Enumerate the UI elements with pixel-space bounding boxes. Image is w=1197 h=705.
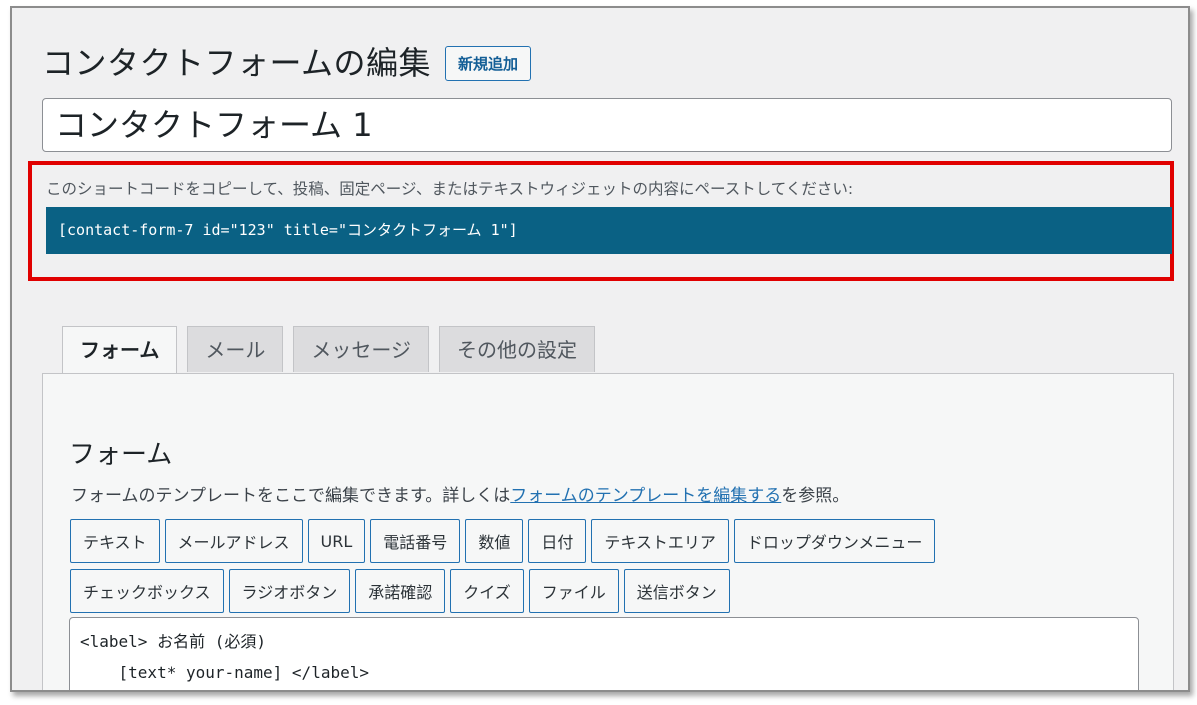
tag-button-acceptance[interactable]: 承諾確認 [355, 569, 446, 613]
tag-button-quiz[interactable]: クイズ [450, 569, 524, 613]
form-panel: フォーム フォームのテンプレートをここで編集できます。詳しくはフォームのテンプレ… [42, 373, 1174, 690]
shortcode-description: このショートコードをコピーして、投稿、固定ページ、またはテキストウィジェットの内… [46, 180, 854, 198]
tag-button-email[interactable]: メールアドレス [164, 519, 303, 563]
tag-generator-row-2: チェックボックス ラジオボタン 承諾確認 クイズ ファイル 送信ボタン [70, 569, 735, 613]
panel-title: フォーム [69, 440, 173, 470]
tag-button-tel[interactable]: 電話番号 [370, 519, 461, 563]
form-template-editor[interactable]: <label> お名前 (必須) [text* your-name] </lab… [69, 617, 1139, 690]
tag-generator-row-1: テキスト メールアドレス URL 電話番号 数値 日付 テキストエリア ドロップ… [70, 519, 940, 563]
panel-desc-suffix: を参照。 [781, 486, 850, 506]
screenshot-frame: コンタクトフォームの編集 新規追加 コンタクトフォーム 1 このショートコードを… [10, 6, 1190, 692]
page-title: コンタクトフォームの編集 [42, 44, 432, 82]
shortcode-highlight-box: このショートコードをコピーして、投稿、固定ページ、またはテキストウィジェットの内… [28, 161, 1174, 281]
tag-button-textarea[interactable]: テキストエリア [591, 519, 729, 563]
tab-form[interactable]: フォーム [62, 326, 178, 374]
panel-description: フォームのテンプレートをここで編集できます。詳しくはフォームのテンプレートを編集… [71, 481, 849, 506]
form-title-input[interactable]: コンタクトフォーム 1 [42, 98, 1172, 152]
tag-button-checkbox[interactable]: チェックボックス [70, 569, 224, 613]
add-new-button[interactable]: 新規追加 [445, 45, 532, 81]
tab-messages[interactable]: メッセージ [293, 326, 430, 372]
template-line: [text* your-name] </label> [80, 663, 369, 682]
panel-desc-text: フォームのテンプレートをここで編集できます。詳しくは [71, 486, 511, 506]
template-help-link[interactable]: フォームのテンプレートを編集する [510, 486, 781, 506]
tag-button-text[interactable]: テキスト [70, 519, 160, 563]
tag-button-number[interactable]: 数値 [465, 519, 524, 563]
tab-additional-settings[interactable]: その他の設定 [439, 326, 596, 372]
tag-button-submit[interactable]: 送信ボタン [623, 569, 730, 613]
title-row: コンタクトフォームの編集 新規追加 [42, 38, 532, 84]
tab-mail[interactable]: メール [187, 326, 284, 372]
tag-button-dropdown[interactable]: ドロップダウンメニュー [733, 519, 936, 563]
shortcode-field[interactable]: [contact-form-7 id="123" title="コンタクトフォー… [46, 207, 1172, 254]
template-line: <label> お名前 (必須) [80, 632, 266, 651]
tag-button-url[interactable]: URL [307, 519, 366, 563]
tag-button-radio[interactable]: ラジオボタン [228, 569, 351, 613]
tab-bar: フォーム メール メッセージ その他の設定 [62, 326, 605, 374]
tag-button-file[interactable]: ファイル [528, 569, 619, 613]
tag-button-date[interactable]: 日付 [528, 519, 587, 563]
